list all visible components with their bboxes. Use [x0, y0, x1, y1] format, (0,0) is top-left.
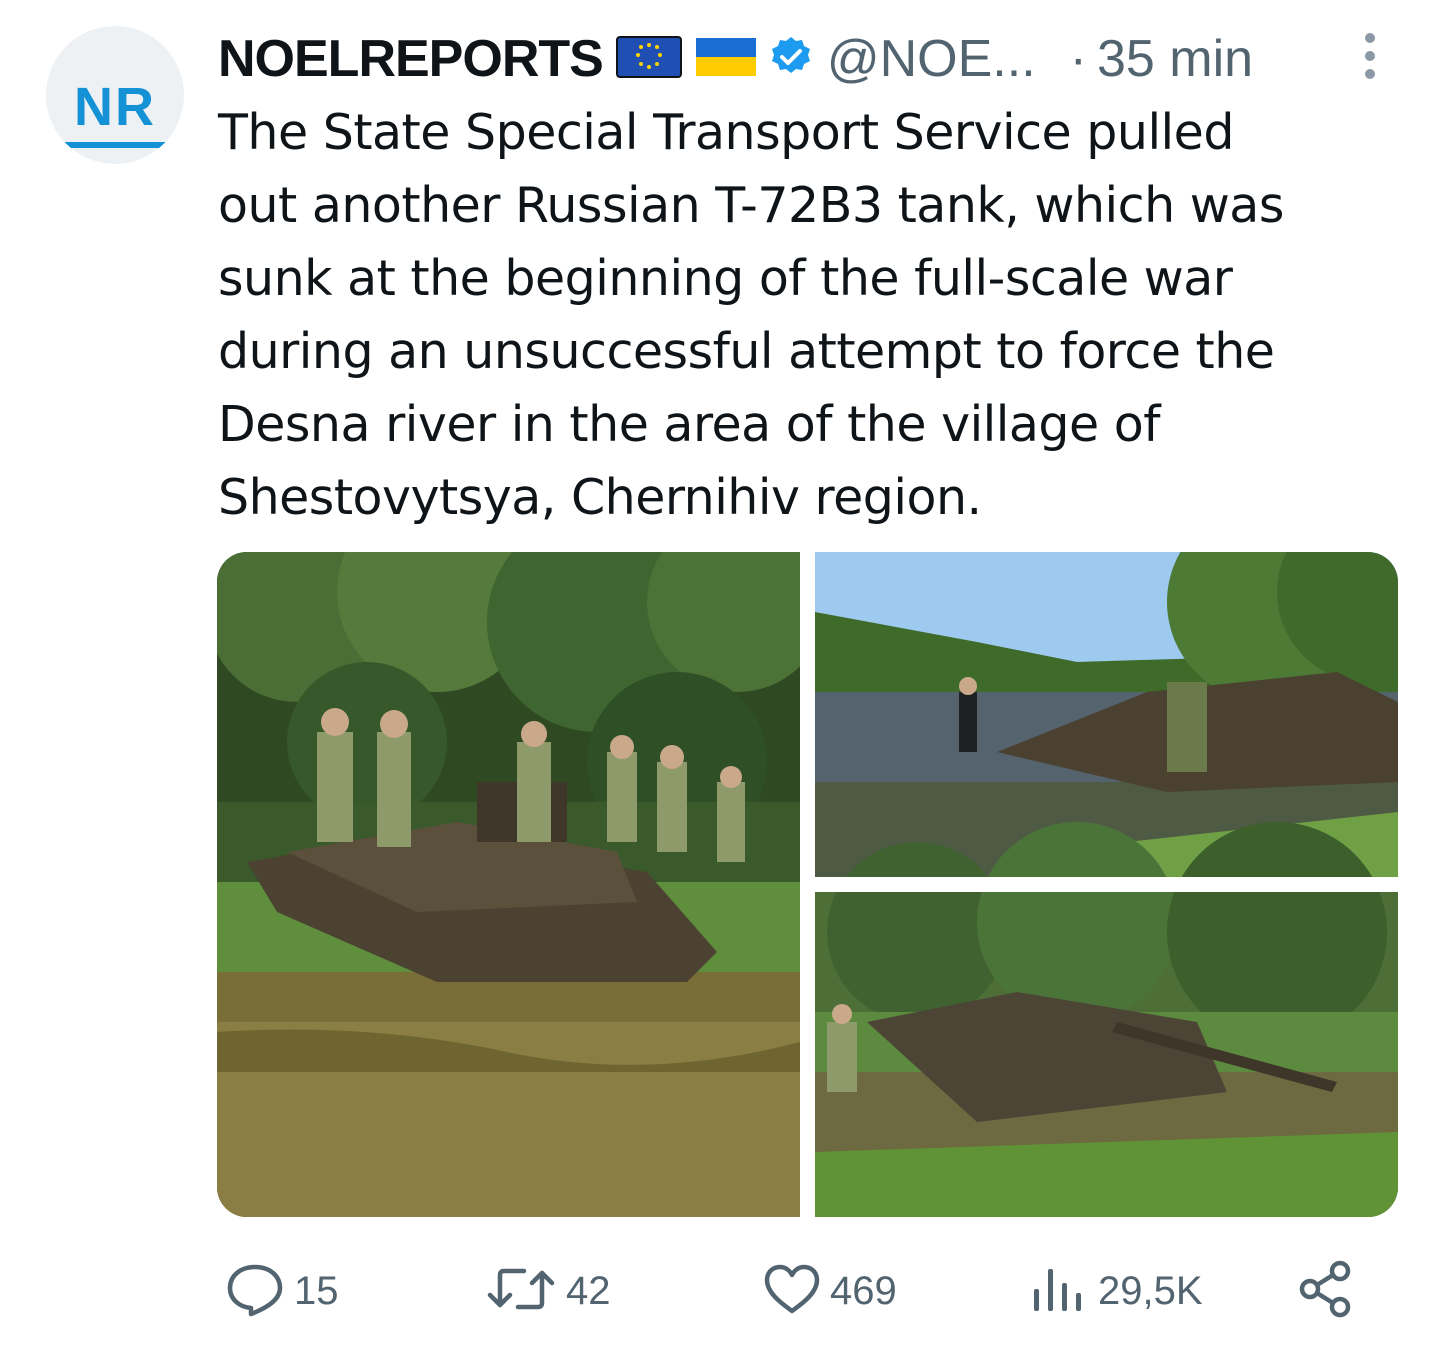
tweet-actions: 15 42 469 29,5K [218, 1256, 1358, 1326]
avatar-initials: NR [74, 77, 156, 137]
reply-button[interactable]: 15 [224, 1256, 339, 1326]
author-handle[interactable]: @NOE... [827, 29, 1036, 89]
repost-arrows-icon [484, 1261, 558, 1321]
vertical-dots-icon[interactable] [1356, 30, 1384, 86]
photo-tank-recovery-left[interactable] [217, 552, 827, 1217]
ukraine-flag-icon [695, 35, 757, 83]
speech-bubble-icon [224, 1261, 286, 1321]
views-button[interactable]: 29,5K [1026, 1256, 1203, 1326]
repost-button[interactable]: 42 [484, 1256, 611, 1326]
verified-badge-icon [769, 35, 813, 83]
share-nodes-icon [1294, 1259, 1358, 1323]
reply-count: 15 [294, 1268, 339, 1313]
heart-icon [762, 1261, 822, 1321]
tweet-timestamp[interactable]: 35 min [1097, 29, 1253, 89]
eu-flag-icon [615, 35, 683, 83]
like-button[interactable]: 469 [762, 1256, 897, 1326]
repost-count: 42 [566, 1268, 611, 1313]
bar-chart-icon [1026, 1261, 1090, 1321]
tweet-header: NOELREPORTS @NOE... · 35 min [218, 26, 1253, 92]
media-gutter-vertical [800, 552, 815, 1217]
media-grid [217, 552, 1398, 1217]
avatar-underline [46, 142, 184, 148]
author-name[interactable]: NOELREPORTS [218, 29, 604, 89]
avatar[interactable]: NR [46, 26, 184, 164]
separator-dot: · [1069, 30, 1087, 88]
share-button[interactable] [1294, 1256, 1358, 1326]
tweet-text: The State Special Transport Service pull… [218, 104, 1284, 526]
media-gutter-horizontal [815, 877, 1398, 892]
views-count: 29,5K [1098, 1268, 1203, 1313]
like-count: 469 [830, 1268, 897, 1313]
